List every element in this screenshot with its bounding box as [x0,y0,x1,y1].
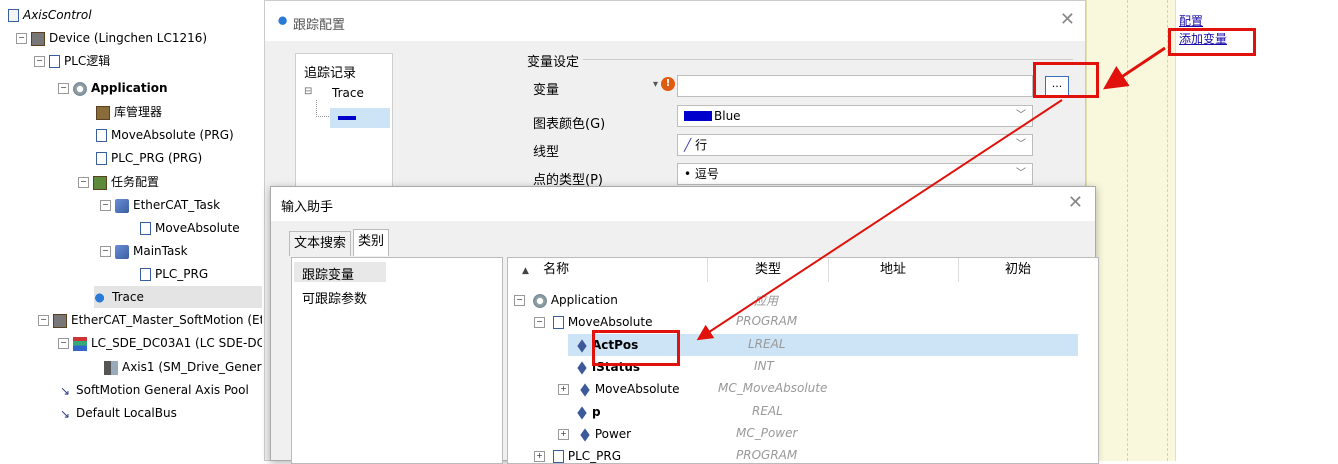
annotation-arrows [696,46,1166,341]
arrow-to-actpos [696,99,1063,341]
arrow-to-browse [1103,46,1166,90]
